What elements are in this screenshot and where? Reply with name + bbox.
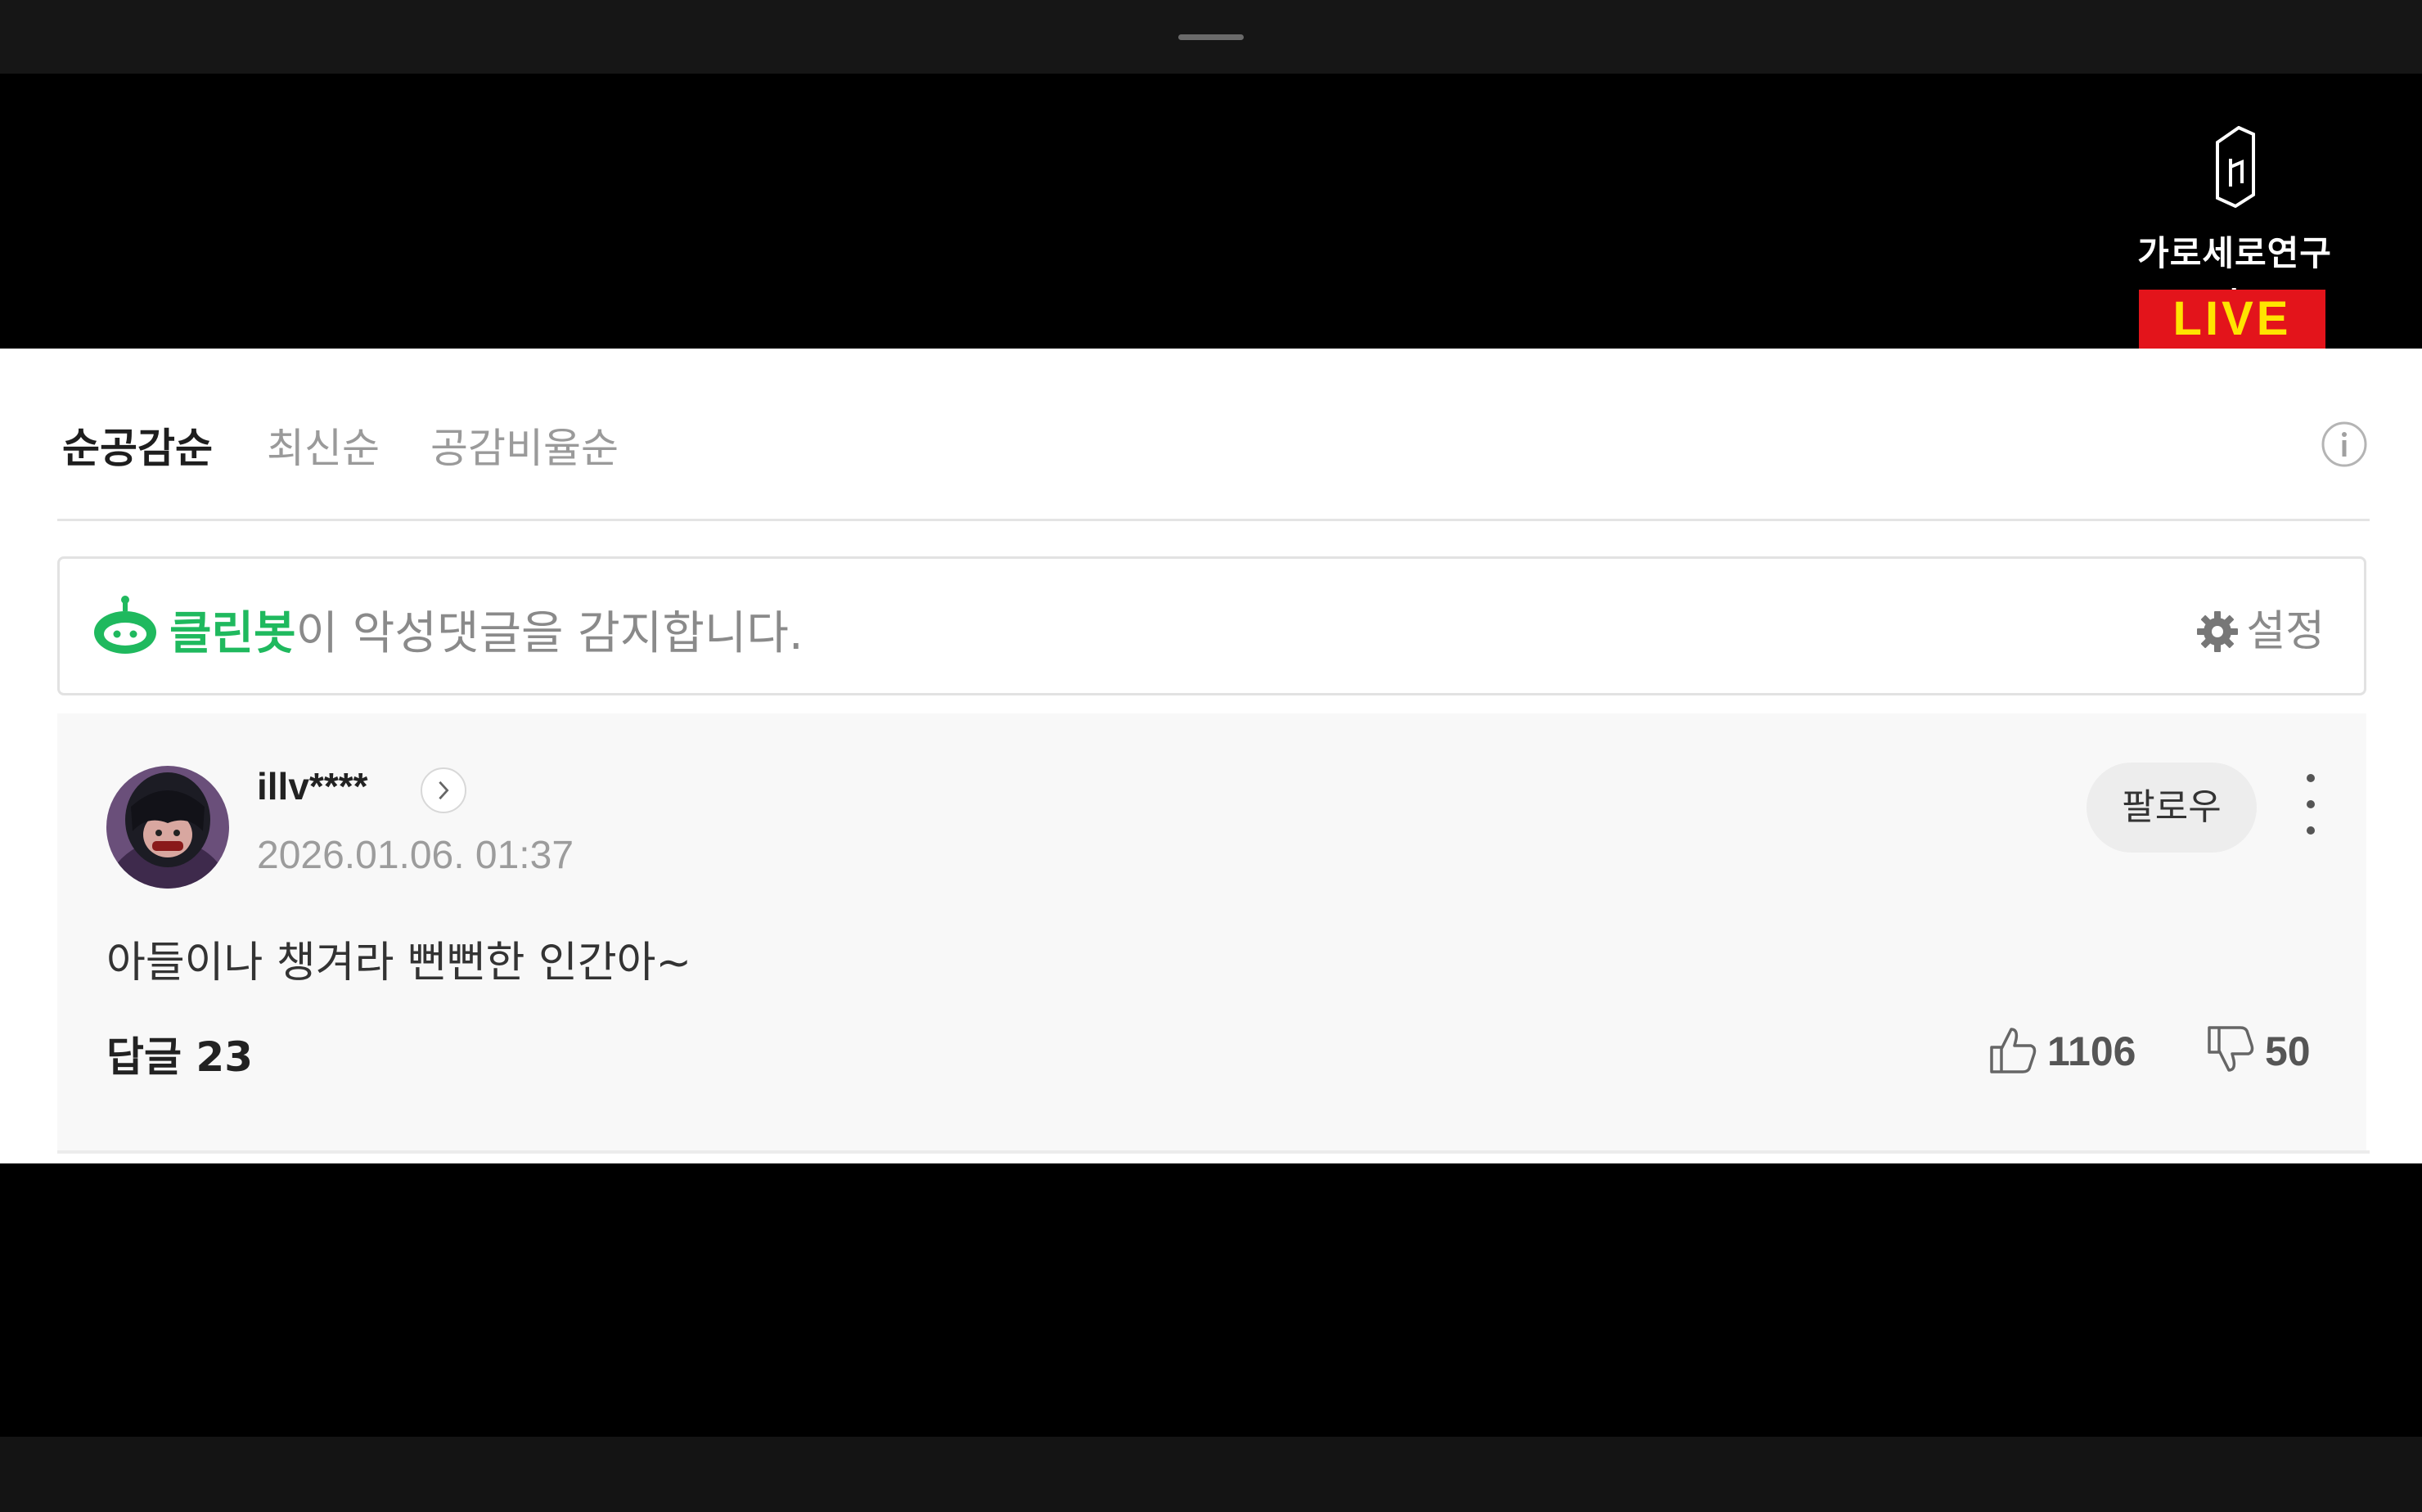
dislike-button[interactable]: 50 <box>2206 1024 2311 1075</box>
dislike-count: 50 <box>2265 1028 2311 1074</box>
cleanbot-icon <box>94 596 156 654</box>
thumbs-down-icon <box>2208 1026 2254 1072</box>
tab-sort-recommended[interactable]: 순공감순 <box>62 416 213 475</box>
drag-handle[interactable] <box>1178 34 1244 40</box>
comment-panel: 순공감순 최신순 공감비율순 클린봇이 악성댓글을 감지합니다. 설정 illv… <box>0 349 2422 1163</box>
live-badge: LIVE <box>2139 290 2325 349</box>
bottom-system-bar <box>0 1437 2422 1512</box>
tab-sort-ratio[interactable]: 공감비율순 <box>430 416 619 475</box>
follow-button[interactable]: 팔로우 <box>2087 763 2257 853</box>
channel-logo: 가로세로연구소 LIVE <box>2124 115 2345 352</box>
comment-divider <box>57 1150 2370 1154</box>
cleanbot-banner: 클린봇이 악성댓글을 감지합니다. 설정 <box>57 556 2366 695</box>
comment-item: illv**** 2026.01.06. 01:37 팔로우 아들이나 챙겨라 … <box>57 713 2366 1152</box>
tab-sort-latest[interactable]: 최신순 <box>267 416 380 475</box>
avatar[interactable] <box>106 766 229 889</box>
cleanbot-settings-button[interactable]: 설정 <box>2195 596 2325 658</box>
top-system-bar <box>0 0 2422 74</box>
settings-label: 설정 <box>2246 607 2325 656</box>
replies-count: 23 <box>196 1033 254 1081</box>
cleanbot-message-text: 이 악성댓글을 감지합니다. <box>295 607 804 660</box>
tabs-divider <box>57 519 2370 521</box>
replies-button[interactable]: 답글 23 <box>106 1024 253 1083</box>
like-button[interactable]: 1106 <box>1988 1024 2136 1075</box>
cleanbot-message: 클린봇이 악성댓글을 감지합니다. <box>169 596 804 663</box>
more-options-icon[interactable] <box>2294 767 2327 841</box>
comment-username[interactable]: illv**** <box>257 764 368 808</box>
cleanbot-brand: 클린봇 <box>169 607 296 660</box>
thumbs-up-icon <box>1990 1028 2037 1073</box>
avatar-image <box>106 766 229 889</box>
logo-mark-icon <box>2216 126 2255 208</box>
replies-label: 답글 <box>106 1033 182 1081</box>
info-icon[interactable] <box>2321 421 2368 468</box>
like-count: 1106 <box>2047 1028 2136 1074</box>
comment-text: 아들이나 챙겨라 뻔뻔한 인간아~ <box>106 938 692 988</box>
gear-icon <box>2197 611 2239 652</box>
comment-timestamp: 2026.01.06. 01:37 <box>257 834 574 877</box>
chevron-right-icon[interactable] <box>421 767 466 813</box>
